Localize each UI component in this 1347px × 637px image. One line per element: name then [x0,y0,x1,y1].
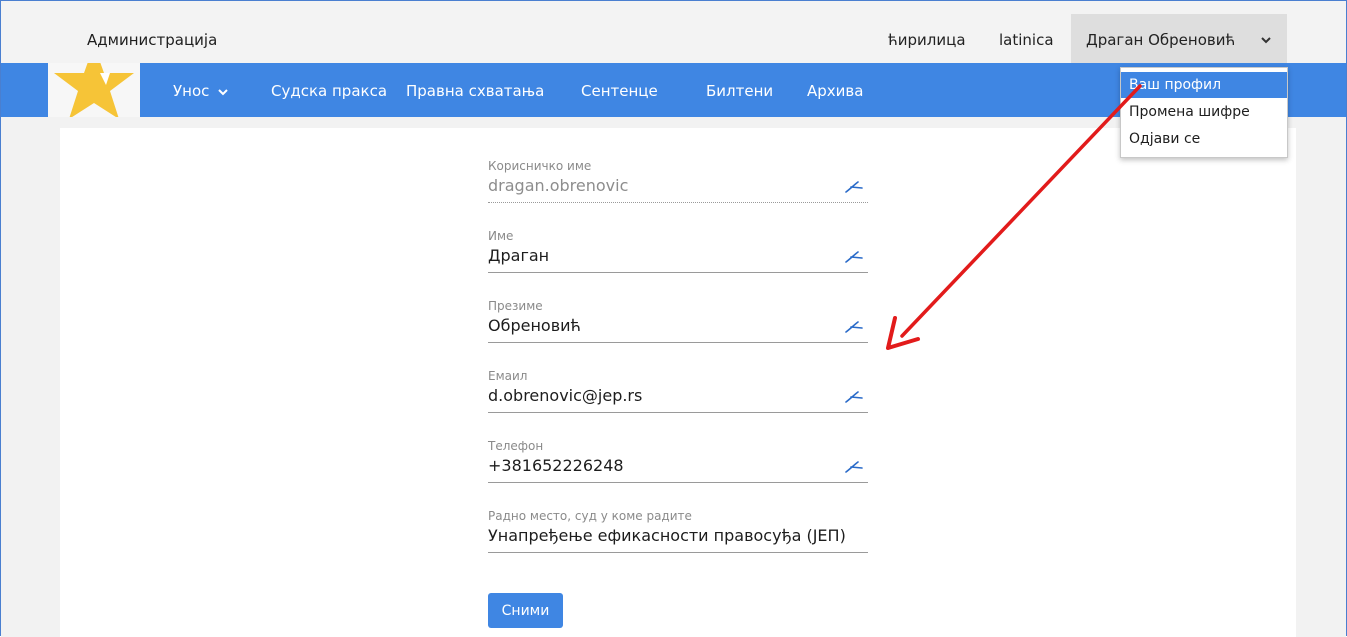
top-bar: Администрација ћирилица latinica Драган … [1,1,1346,64]
edit-icon[interactable] [845,390,863,404]
nav-item-sentence[interactable]: Сентенце [581,82,658,100]
field-underline [488,412,868,413]
field-underline [488,342,868,343]
menu-item-change-password[interactable]: Промена шифре [1121,99,1287,125]
field-value: Унапређење ефикасности правосуђа (ЈЕП) [488,526,846,545]
user-menu-button[interactable]: Драган Обреновић [1071,14,1287,64]
field-label: Емаил [488,369,528,383]
nav-item-label: Унос [173,82,210,100]
field-label: Име [488,229,514,243]
field-value: Драган [488,246,550,265]
lang-latin-link[interactable]: latinica [999,31,1054,49]
menu-item-label: Промена шифре [1129,104,1250,120]
menu-item-label: Одјави се [1129,131,1201,147]
edit-icon[interactable] [845,180,863,194]
chevron-down-icon [218,88,229,95]
lang-cyrillic-link[interactable]: ћирилица [888,31,966,49]
nav-item-arhiva[interactable]: Архива [807,82,863,100]
field-underline [488,272,868,273]
menu-item-label: Ваш профил [1129,77,1222,93]
chevron-down-icon [1261,37,1271,44]
field-underline [488,202,868,203]
star-logo-icon [54,45,134,119]
nav-item-sudska-praksa[interactable]: Судска пракса [271,82,387,100]
profile-card [60,128,1296,637]
field-label: Презиме [488,299,543,313]
field-value: Обреновић [488,316,581,335]
user-name: Драган Обреновић [1086,31,1236,49]
field-label: Телефон [488,439,544,453]
field-value: dragan.obrenovic [488,176,629,195]
admin-title[interactable]: Администрација [87,31,217,49]
nav-item-pravna-shvatanja[interactable]: Правна схватања [406,82,544,100]
field-value: d.obrenovic@jep.rs [488,386,643,405]
field-underline [488,482,868,483]
nav-item-unos[interactable]: Унос [173,82,229,100]
field-underline [488,552,868,553]
edit-icon[interactable] [845,460,863,474]
nav-item-bilteni[interactable]: Билтени [706,82,773,100]
logo[interactable] [48,45,140,119]
field-label: Радно место, суд у коме радите [488,509,692,523]
menu-item-logout[interactable]: Одјави се [1121,126,1287,152]
field-label: Корисничко име [488,159,592,173]
edit-icon[interactable] [845,320,863,334]
menu-item-your-profile[interactable]: Ваш профил [1121,72,1287,98]
field-value: +381652226248 [488,456,624,475]
user-dropdown-menu: Ваш профил Промена шифре Одјави се [1120,67,1288,158]
edit-icon[interactable] [845,250,863,264]
save-button[interactable]: Сними [488,593,563,628]
